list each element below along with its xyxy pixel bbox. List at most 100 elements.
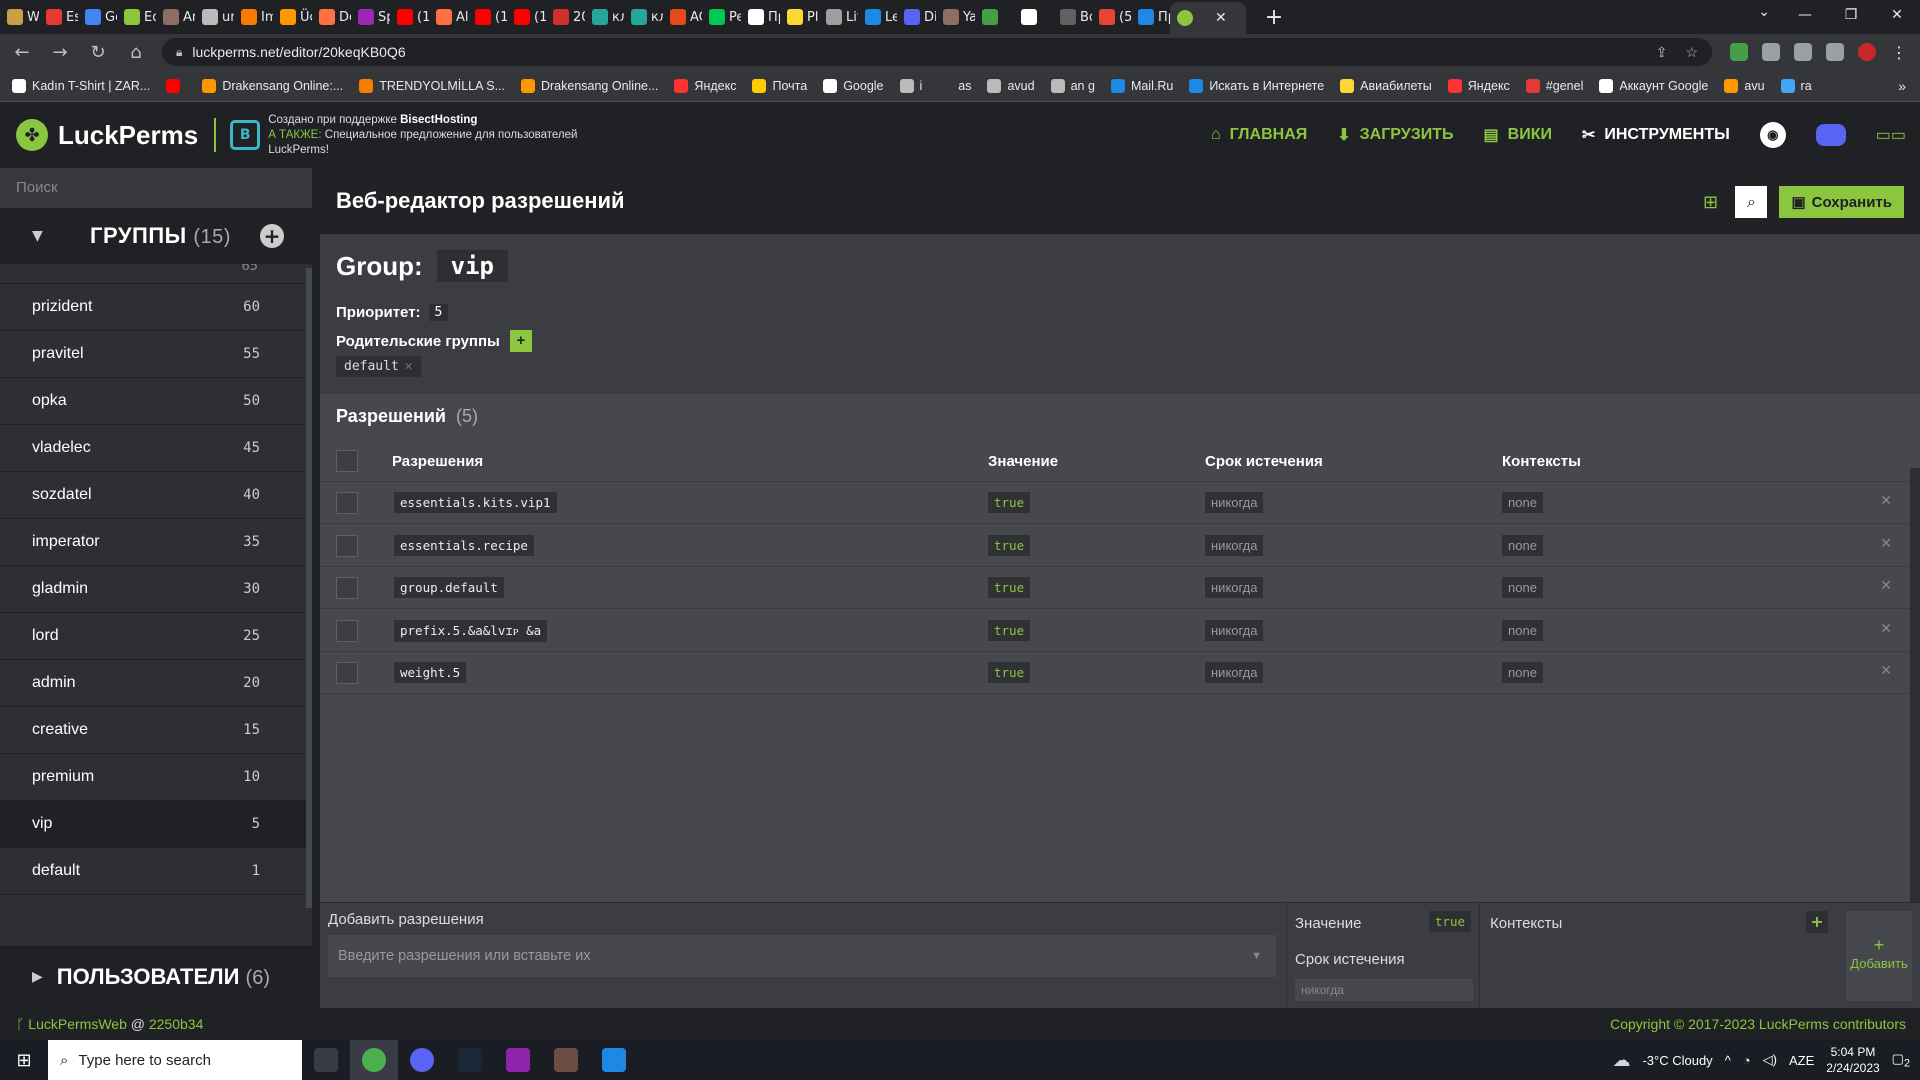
delete-permission-icon[interactable]: ✕ bbox=[1880, 536, 1892, 552]
permission-expiry[interactable]: никогда bbox=[1205, 492, 1264, 513]
reload-icon[interactable]: ↻ bbox=[82, 42, 114, 63]
address-bar[interactable]: 🔒︎ luckperms.net/editor/20keqKB0Q6 ⇪ ☆ bbox=[162, 38, 1712, 66]
delete-permission-icon[interactable]: ✕ bbox=[1880, 578, 1892, 594]
sidebar-item-default[interactable]: default 1 bbox=[0, 848, 312, 895]
permission-value[interactable]: true bbox=[988, 662, 1031, 683]
sidebar-item-opka[interactable]: opka 50 bbox=[0, 378, 312, 425]
table-row[interactable]: weight.5 true никогда none ✕ bbox=[320, 652, 1910, 694]
back-icon[interactable]: ← bbox=[6, 42, 38, 63]
add-group-icon[interactable]: + bbox=[260, 224, 284, 248]
bookmark-item[interactable]: Искать в Интернете bbox=[1189, 78, 1324, 93]
forward-icon[interactable]: → bbox=[44, 42, 76, 63]
permission-expiry[interactable]: никогда bbox=[1205, 662, 1264, 683]
sidebar-item-lord[interactable]: lord 25 bbox=[0, 613, 312, 660]
permission-node[interactable]: essentials.kits.vip1 bbox=[394, 492, 557, 513]
bookmark-item[interactable]: #genel bbox=[1525, 78, 1583, 93]
sponsor-banner[interactable]: B Создано при поддержке BisectHosting А … bbox=[230, 113, 577, 158]
browser-tab[interactable]: Sp bbox=[351, 0, 390, 34]
nav-tools[interactable]: ✂ ИНСТРУМЕНТЫ bbox=[1582, 125, 1730, 145]
row-checkbox[interactable] bbox=[336, 619, 358, 642]
permission-expiry[interactable]: никогда bbox=[1205, 619, 1264, 641]
bookmark-item[interactable]: i bbox=[899, 78, 922, 93]
share-icon[interactable]: ⇪ bbox=[1656, 44, 1668, 61]
github-icon[interactable]: ◉ bbox=[1759, 122, 1786, 148]
network-icon[interactable]: ◔ bbox=[1743, 1053, 1751, 1068]
nav-download[interactable]: ⬇ ЗАГРУЗИТЬ bbox=[1337, 125, 1453, 145]
notifications-icon[interactable]: ▢2 bbox=[1892, 1051, 1910, 1070]
users-header[interactable]: ▶ ПОЛЬЗОВАТЕЛИ (6) bbox=[0, 946, 312, 1008]
permission-node[interactable]: prefix.5.&a&lvɪᴘ &a bbox=[394, 619, 548, 642]
browser-tab[interactable]: Go bbox=[78, 0, 117, 34]
close-window-button[interactable]: ✕ bbox=[1874, 0, 1920, 30]
browser-tab-active[interactable]: ✕ bbox=[1170, 2, 1246, 34]
parent-group-chip[interactable]: default ✕ bbox=[336, 356, 421, 377]
remove-parent-icon[interactable]: ✕ bbox=[405, 359, 413, 374]
table-row[interactable]: essentials.kits.vip1 true никогда none ✕ bbox=[320, 482, 1910, 524]
table-row[interactable]: prefix.5.&a&lvɪᴘ &a true никогда none ✕ bbox=[320, 610, 1910, 652]
maximize-button[interactable]: ❐ bbox=[1828, 0, 1874, 30]
groups-header[interactable]: ▼ ГРУППЫ (15) + bbox=[0, 208, 312, 264]
column-value[interactable]: Значение bbox=[988, 453, 1058, 470]
sidebar-item-vladelec[interactable]: vladelec 45 bbox=[0, 425, 312, 472]
permission-value[interactable]: true bbox=[988, 534, 1031, 556]
permission-node[interactable]: essentials.recipe bbox=[394, 534, 534, 556]
volume-icon[interactable]: ◁) bbox=[1763, 1052, 1777, 1068]
tree-view-icon[interactable]: ⊞ bbox=[1697, 192, 1723, 213]
tab-search-button[interactable]: ⌄ bbox=[1758, 4, 1770, 20]
browser-tab[interactable]: Lif bbox=[819, 0, 858, 34]
windows-start-icon[interactable]: ⊞ bbox=[0, 1050, 48, 1071]
value-toggle[interactable]: true bbox=[1428, 911, 1471, 932]
sidebar-item-creative[interactable]: creative 15 bbox=[0, 707, 312, 754]
bookmark-star-icon[interactable]: ☆ bbox=[1685, 44, 1698, 61]
browser-tab[interactable]: Üc bbox=[273, 0, 312, 34]
delete-permission-icon[interactable]: ✕ bbox=[1880, 663, 1892, 679]
permission-expiry[interactable]: никогда bbox=[1205, 534, 1264, 556]
sidebar-scrollbar[interactable] bbox=[306, 268, 312, 908]
permission-contexts[interactable]: none bbox=[1502, 492, 1543, 513]
add-permission-button[interactable]: + Добавить bbox=[1846, 911, 1912, 1001]
browser-tab[interactable]: Wi bbox=[0, 0, 39, 34]
row-checkbox[interactable] bbox=[336, 492, 358, 514]
close-tab-icon[interactable]: ✕ bbox=[1215, 10, 1227, 26]
bookmark-item[interactable]: Яндекс bbox=[1447, 78, 1510, 93]
media-icon[interactable] bbox=[1794, 43, 1812, 61]
sidebar-item-sozdatel[interactable]: sozdatel 40 bbox=[0, 472, 312, 519]
permission-expiry[interactable]: никогда bbox=[1205, 577, 1264, 598]
bookmark-item[interactable]: Авиабилеты bbox=[1340, 78, 1432, 93]
row-checkbox[interactable] bbox=[336, 534, 358, 557]
sidebar-search-input[interactable]: Поиск bbox=[0, 168, 312, 208]
browser-tab[interactable]: AC bbox=[663, 0, 702, 34]
browser-tab[interactable]: Pla bbox=[780, 0, 819, 34]
column-expiry[interactable]: Срок истечения bbox=[1205, 453, 1323, 470]
taskbar-minecraft-icon[interactable] bbox=[542, 1040, 590, 1080]
home-icon[interactable]: ⌂ bbox=[120, 42, 152, 63]
bookmark-item[interactable]: Google bbox=[823, 78, 884, 93]
permission-contexts[interactable]: none bbox=[1502, 619, 1543, 641]
reader-icon[interactable]: ▭▭ bbox=[1876, 125, 1906, 145]
bookmark-item[interactable]: Яндекс bbox=[674, 78, 736, 93]
delete-permission-icon[interactable]: ✕ bbox=[1880, 621, 1892, 637]
taskbar-discord-icon[interactable] bbox=[398, 1040, 446, 1080]
bookmark-item[interactable]: avu bbox=[1724, 78, 1765, 93]
column-contexts[interactable]: Контексты bbox=[1502, 453, 1581, 470]
discord-icon[interactable] bbox=[1815, 124, 1846, 146]
add-parent-button[interactable]: + bbox=[509, 330, 532, 352]
browser-tab[interactable]: Le bbox=[858, 0, 897, 34]
browser-tab[interactable]: (1) bbox=[468, 0, 507, 34]
permission-node[interactable]: group.default bbox=[394, 577, 504, 598]
bookmark-item[interactable]: avud bbox=[987, 78, 1035, 93]
luckperms-logo[interactable]: ✤ LuckPerms bbox=[16, 119, 198, 151]
browser-tab[interactable]: un bbox=[195, 0, 234, 34]
dropdown-arrow-icon[interactable]: ▼ bbox=[1251, 935, 1262, 977]
browser-tab[interactable]: Ali bbox=[429, 0, 468, 34]
new-tab-button[interactable]: + bbox=[1260, 5, 1288, 30]
bookmark-item[interactable]: TRENDYOLMİLLA S... bbox=[359, 78, 505, 93]
bookmarks-more-icon[interactable]: » bbox=[1898, 78, 1906, 94]
minimize-button[interactable]: — bbox=[1782, 0, 1828, 30]
permission-value[interactable]: true bbox=[988, 492, 1031, 513]
select-all-checkbox[interactable] bbox=[336, 450, 358, 472]
bookmark-item[interactable]: Аккаунт Google bbox=[1599, 78, 1708, 93]
column-permission[interactable]: Разрешения bbox=[392, 453, 483, 470]
sidebar-item-gladmin[interactable]: gladmin 30 bbox=[0, 566, 312, 613]
permission-contexts[interactable]: none bbox=[1502, 662, 1543, 683]
